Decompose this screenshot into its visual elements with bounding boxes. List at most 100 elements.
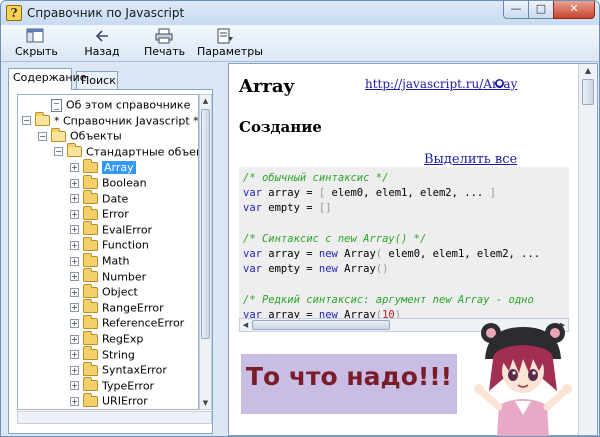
- tree-item[interactable]: + Object: [70, 283, 138, 299]
- tree-item-label: Math: [102, 254, 130, 268]
- tree-item[interactable]: − Объекты: [38, 127, 122, 143]
- contents-panel: Об этом справочнике − * Справочник Javascr…: [8, 89, 213, 434]
- tree-item[interactable]: + TypeError: [70, 377, 154, 393]
- folder-icon: [83, 283, 98, 298]
- tree-item[interactable]: + Math: [70, 252, 130, 268]
- code-token: array =: [261, 248, 319, 260]
- folder-icon: [83, 252, 98, 267]
- help-app-icon: ?: [6, 5, 22, 21]
- folder-icon: [83, 299, 98, 314]
- expand-icon[interactable]: +: [70, 272, 79, 282]
- code-token: (): [375, 263, 389, 276]
- tree-item[interactable]: + Date: [70, 190, 129, 206]
- tree-item-label: Boolean: [102, 176, 147, 190]
- caption-text: То что надо!!!: [245, 362, 453, 391]
- expand-icon[interactable]: +: [70, 194, 79, 204]
- toolbar: Скрыть Назад Печать Параметры: [1, 25, 599, 62]
- open-folder-icon: [35, 112, 50, 127]
- tree-item[interactable]: Об этом справочнике: [51, 97, 190, 112]
- collapse-icon[interactable]: −: [54, 147, 63, 157]
- tree-item-label: RangeError: [102, 301, 164, 315]
- tree-item[interactable]: + RegExp: [70, 330, 144, 346]
- scroll-up-arrow-icon[interactable]: ▲: [200, 95, 211, 107]
- print-button[interactable]: Печать: [144, 28, 186, 58]
- collapse-icon[interactable]: −: [38, 131, 47, 141]
- external-link-icon[interactable]: ●: [495, 79, 504, 88]
- tree-item[interactable]: − Стандартные объекты: [54, 143, 198, 159]
- tree-item[interactable]: + ReferenceError: [70, 314, 185, 330]
- code-token: var: [243, 248, 262, 260]
- expand-icon[interactable]: +: [70, 162, 79, 172]
- hide-button[interactable]: Скрыть: [15, 28, 58, 58]
- code-token: []: [318, 202, 332, 215]
- tree-item[interactable]: + String: [70, 346, 135, 362]
- code-scroll-thumb[interactable]: [252, 320, 390, 330]
- tree-item[interactable]: + Array: [70, 158, 136, 174]
- collapse-icon[interactable]: −: [22, 116, 31, 126]
- folder-icon: [83, 314, 98, 329]
- expand-icon[interactable]: +: [70, 225, 79, 235]
- select-all-link[interactable]: Выделить все: [424, 152, 517, 167]
- tree-item[interactable]: + SyntaxError: [70, 361, 167, 377]
- scroll-left-arrow-icon[interactable]: ◀: [240, 319, 251, 331]
- expand-icon[interactable]: +: [70, 240, 79, 250]
- minimize-button[interactable]: —: [503, 1, 529, 19]
- close-button[interactable]: ✕: [553, 1, 595, 19]
- tree-item[interactable]: + Function: [70, 236, 149, 252]
- expand-icon[interactable]: +: [70, 396, 79, 406]
- open-folder-icon: [51, 127, 66, 142]
- code-token: new: [318, 248, 338, 260]
- folder-icon: [83, 221, 98, 236]
- expand-icon[interactable]: +: [70, 178, 79, 188]
- expand-icon[interactable]: +: [70, 365, 79, 375]
- folder-icon: [83, 268, 98, 283]
- tree-scroll-thumb[interactable]: [201, 109, 210, 339]
- expand-icon[interactable]: +: [70, 256, 79, 266]
- hide-label: Скрыть: [15, 45, 58, 58]
- scroll-down-arrow-icon[interactable]: ▼: [200, 397, 211, 409]
- tree-horizontal-scrollbar[interactable]: [17, 411, 212, 424]
- expand-icon[interactable]: +: [70, 303, 79, 313]
- code-token: /* обычный синтаксис */: [243, 172, 389, 184]
- anime-character-illustration: [474, 323, 572, 436]
- expand-icon[interactable]: +: [70, 318, 79, 328]
- code-line: var empty = []: [243, 201, 332, 215]
- code-line: /* Редкий синтаксис: аргумент new Array …: [243, 293, 534, 307]
- tab-contents[interactable]: Содержание: [8, 68, 87, 90]
- expand-icon[interactable]: +: [70, 287, 79, 297]
- navigation-pane: Содержание Поиск Об этом справочнике − * С…: [1, 63, 225, 436]
- tree-item-label: SyntaxError: [102, 363, 167, 377]
- content-scroll-thumb[interactable]: [582, 79, 594, 105]
- tree-item[interactable]: + EvalError: [70, 221, 152, 237]
- maximize-button[interactable]: □: [528, 1, 554, 19]
- tree-item-label: Date: [102, 192, 129, 206]
- tree-item-label: Array: [102, 160, 136, 174]
- tree-item-label: RegExp: [102, 332, 144, 346]
- options-button[interactable]: Параметры: [197, 28, 263, 58]
- tree-item-label: ReferenceError: [102, 316, 185, 330]
- tree-item[interactable]: + Boolean: [70, 174, 147, 190]
- title-bar: ? Справочник по Javascript — □ ✕: [1, 1, 599, 25]
- tree-vertical-scrollbar[interactable]: ▲ ▼: [199, 94, 212, 410]
- tree-item-label: Error: [102, 207, 129, 221]
- code-line: var array = [ elem0, elem1, elem2, ... ]: [243, 186, 496, 200]
- tree-item-label: * Справочник Javascript *: [54, 114, 199, 128]
- print-label: Печать: [144, 45, 186, 58]
- window-title: Справочник по Javascript: [27, 6, 185, 20]
- folder-icon: [83, 346, 98, 361]
- expand-icon[interactable]: +: [70, 209, 79, 219]
- code-token: new: [318, 263, 338, 276]
- tree-item[interactable]: + URIError: [70, 392, 148, 408]
- tree-item[interactable]: + RangeError: [70, 299, 164, 315]
- expand-icon[interactable]: +: [70, 334, 79, 344]
- tree-item[interactable]: − * Справочник Javascript *: [22, 112, 199, 128]
- contents-tree: Об этом справочнике − * Справочник Javascr…: [17, 94, 199, 410]
- tree-item[interactable]: + Error: [70, 205, 129, 221]
- back-button[interactable]: Назад: [84, 28, 120, 58]
- code-token: empty =: [261, 202, 319, 215]
- expand-icon[interactable]: +: [70, 350, 79, 360]
- scroll-up-arrow-icon[interactable]: ▲: [579, 64, 597, 78]
- tree-item[interactable]: + Number: [70, 268, 146, 284]
- expand-icon[interactable]: +: [70, 381, 79, 391]
- options-label: Параметры: [197, 45, 263, 58]
